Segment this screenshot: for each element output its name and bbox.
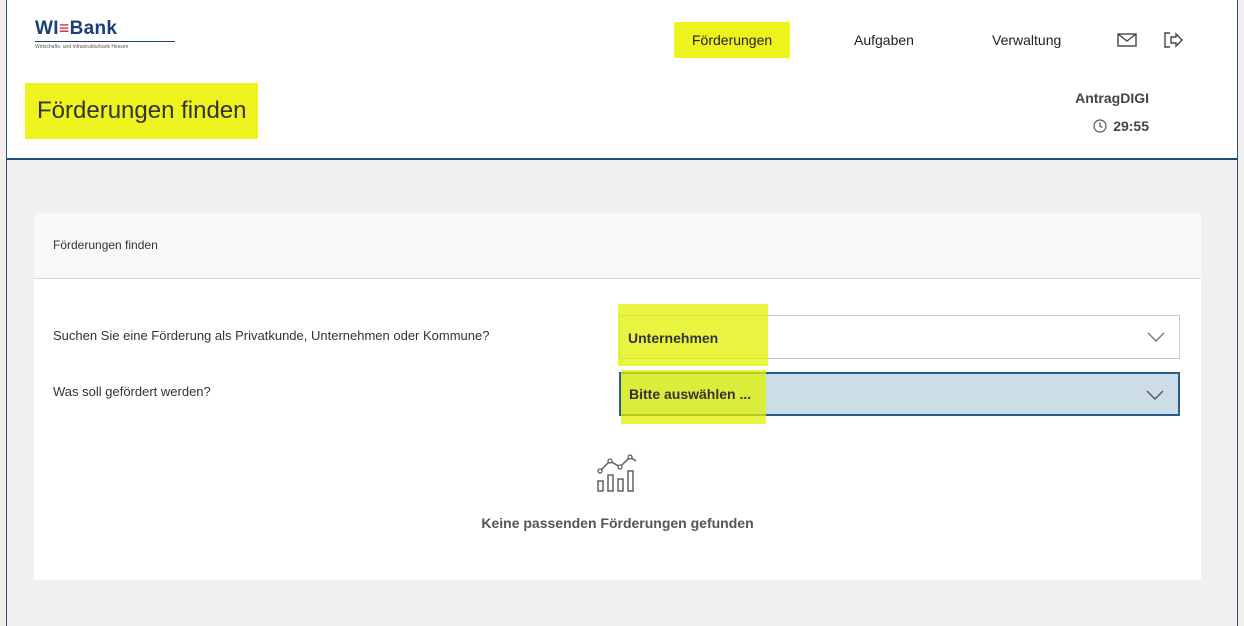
search-card: Förderungen finden Suchen Sie eine Förde… <box>34 213 1201 580</box>
chevron-down-icon <box>1146 390 1164 400</box>
app-info: AntragDIGI 29:55 <box>1037 90 1149 134</box>
customer-type-value: Unternehmen <box>628 330 719 346</box>
app-name: AntragDIGI <box>1075 90 1149 106</box>
customer-type-select[interactable]: Unternehmen <box>618 304 1180 366</box>
mail-icon[interactable] <box>1116 30 1138 50</box>
main-nav: Förderungen Aufgaben Verwaltung <box>7 20 1237 60</box>
nav-item-verwaltung[interactable]: Verwaltung <box>992 22 1061 58</box>
clock-icon <box>1093 119 1107 133</box>
page-title: Förderungen finden <box>25 83 259 139</box>
empty-state-text: Keine passenden Förderungen gefunden <box>481 515 754 531</box>
question-customer-type-label: Suchen Sie eine Förderung als Privatkund… <box>53 328 490 343</box>
app-frame: WI≡Bank Wirtschafts- und Infrastrukturba… <box>6 0 1238 626</box>
card-title: Förderungen finden <box>34 213 1201 279</box>
funding-subject-value: Bitte auswählen ... <box>629 386 752 402</box>
session-timer: 29:55 <box>1037 118 1149 134</box>
timer-value: 29:55 <box>1113 118 1149 134</box>
question-funding-subject-label: Was soll gefördert werden? <box>53 384 211 399</box>
chevron-down-icon <box>1147 332 1165 342</box>
empty-state: Keine passenden Förderungen gefunden <box>34 453 1201 531</box>
header: WI≡Bank Wirtschafts- und Infrastrukturba… <box>7 0 1237 160</box>
nav-item-aufgaben[interactable]: Aufgaben <box>854 22 914 58</box>
logout-icon[interactable] <box>1162 30 1184 50</box>
chart-icon <box>596 454 636 492</box>
nav-item-foerderungen[interactable]: Förderungen <box>674 22 791 58</box>
funding-subject-select[interactable]: Bitte auswählen ... <box>619 370 1180 424</box>
